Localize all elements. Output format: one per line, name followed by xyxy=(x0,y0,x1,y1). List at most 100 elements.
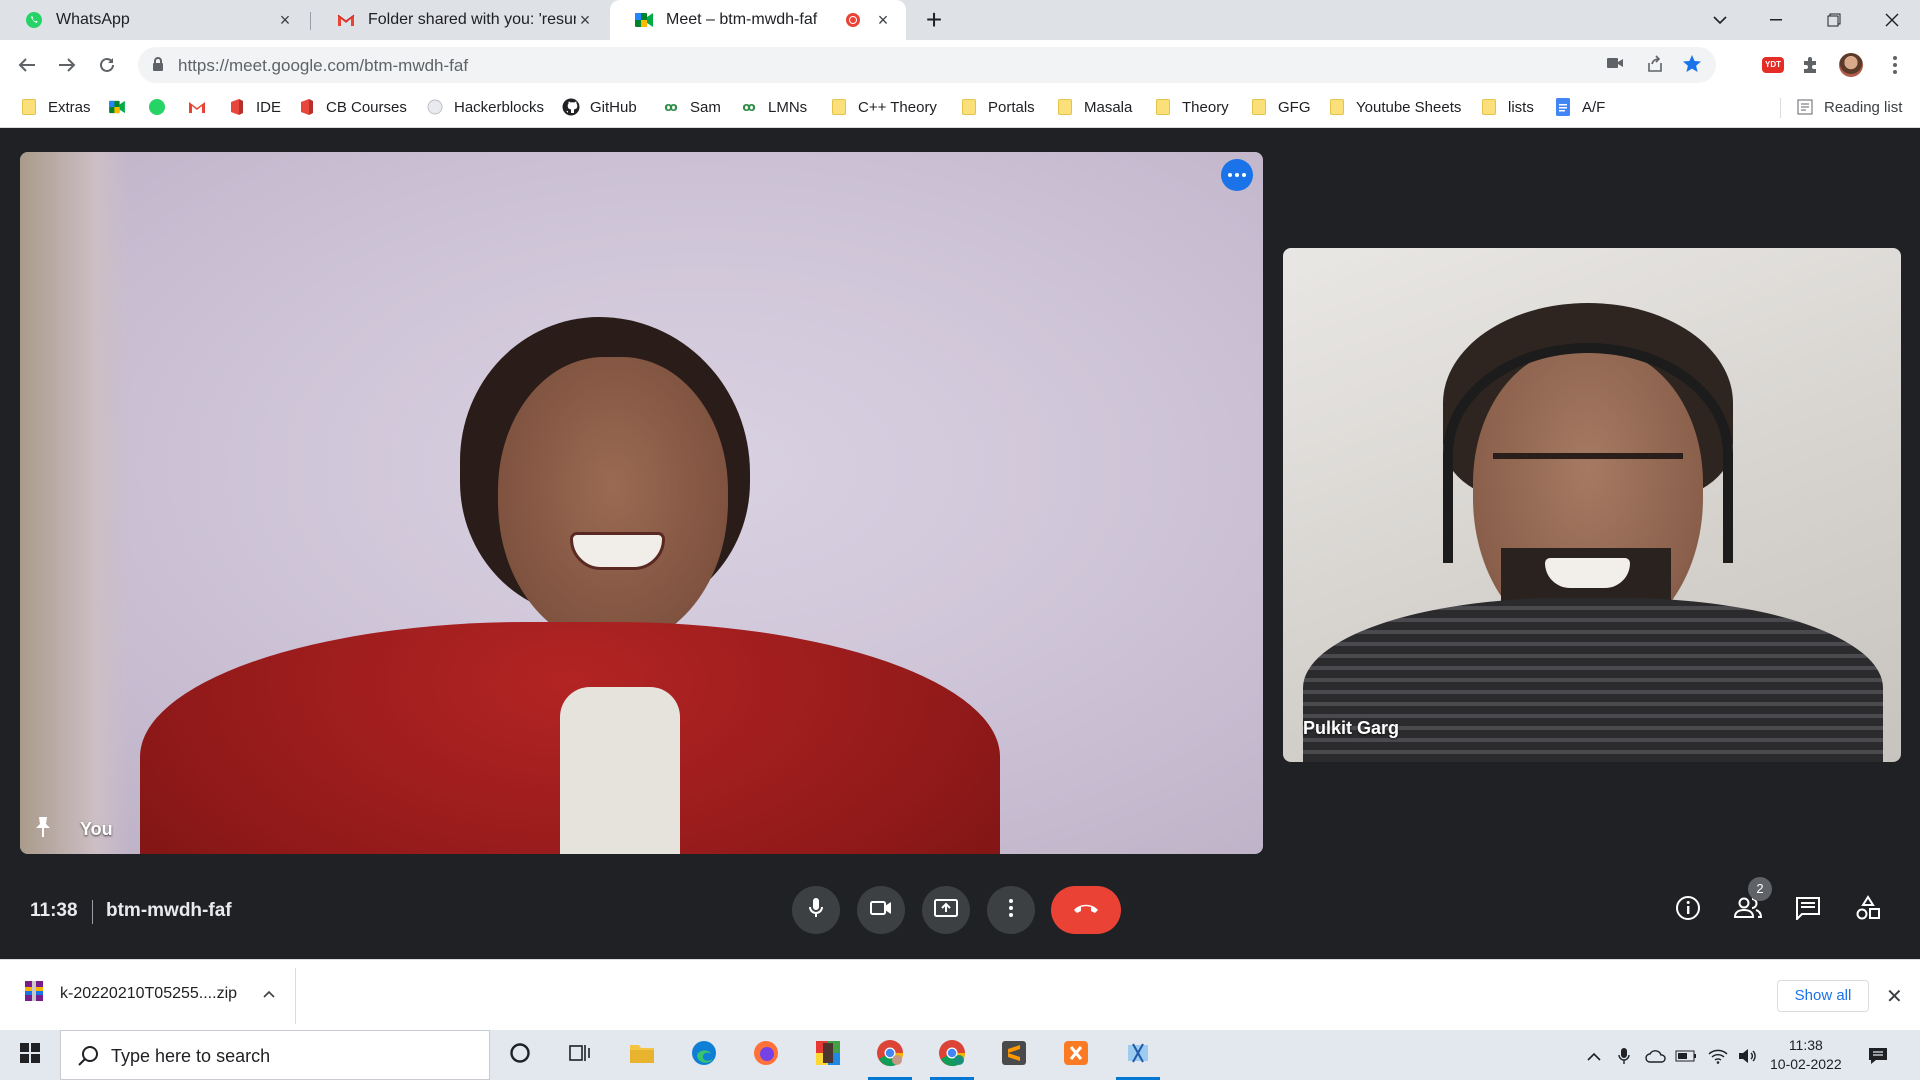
camera-button[interactable] xyxy=(857,886,905,934)
microphone-button[interactable] xyxy=(792,886,840,934)
tab-close-icon[interactable]: × xyxy=(576,11,594,29)
chat-button[interactable] xyxy=(1792,894,1824,926)
forward-button[interactable] xyxy=(50,48,84,82)
minimize-icon[interactable] xyxy=(1748,0,1804,40)
tab-meet[interactable]: Meet – btm-mwdh-faf × xyxy=(610,0,906,40)
gmail-icon xyxy=(188,98,206,116)
activities-button[interactable] xyxy=(1852,894,1884,926)
back-button[interactable] xyxy=(10,48,44,82)
bookmark-portals[interactable]: Portals xyxy=(960,90,1035,124)
download-shelf: k-20220210T05255....zip Show all ✕ xyxy=(0,959,1920,1030)
bookmark-masala[interactable]: Masala xyxy=(1056,90,1132,124)
present-screen-button[interactable] xyxy=(922,886,970,934)
bookmark-meet[interactable] xyxy=(108,90,136,124)
bookmark-gmail[interactable] xyxy=(188,90,216,124)
url-text: https://meet.google.com/btm-mwdh-faf xyxy=(178,56,469,75)
new-tab-button[interactable]: + xyxy=(918,6,950,36)
bookmark-theory[interactable]: Theory xyxy=(1154,90,1229,124)
taskbar-app-tiles[interactable] xyxy=(800,1030,856,1080)
bookmark-af[interactable]: A/F xyxy=(1554,90,1605,124)
profile-avatar[interactable] xyxy=(1838,52,1864,78)
chat-icon xyxy=(1795,896,1821,925)
task-view-button[interactable] xyxy=(552,1030,608,1080)
notifications-icon[interactable] xyxy=(1866,1045,1890,1067)
bookmark-gfg[interactable]: GFG xyxy=(1250,90,1311,124)
chrome-menu-icon[interactable] xyxy=(1882,52,1908,78)
close-download-shelf-icon[interactable]: ✕ xyxy=(1886,984,1903,1009)
taskbar-edge[interactable] xyxy=(676,1030,732,1080)
bookmark-github[interactable]: GitHub xyxy=(562,90,637,124)
bookmark-cpp-theory[interactable]: C++ Theory xyxy=(830,90,937,124)
folder-icon xyxy=(960,98,978,116)
extensions-puzzle-icon[interactable] xyxy=(1798,52,1824,78)
bookmark-cb-courses[interactable]: CB Courses xyxy=(298,90,407,124)
onedrive-cloud-icon[interactable] xyxy=(1644,1045,1668,1067)
colorful-tiles-icon xyxy=(815,1040,841,1071)
bookmark-lists[interactable]: lists xyxy=(1480,90,1534,124)
taskbar-xampp[interactable] xyxy=(1048,1030,1104,1080)
microphone-tray-icon[interactable] xyxy=(1612,1045,1636,1067)
xampp-icon xyxy=(1063,1040,1089,1071)
windows-start-button[interactable] xyxy=(0,1030,60,1080)
bookmark-youtube-sheets[interactable]: Youtube Sheets xyxy=(1328,90,1461,124)
taskbar-chrome-profile-2[interactable] xyxy=(924,1030,980,1080)
gmail-icon xyxy=(336,10,356,30)
tab-gmail[interactable]: Folder shared with you: 'resume × xyxy=(312,0,608,40)
search-icon xyxy=(77,1045,99,1072)
taskbar-file-explorer[interactable] xyxy=(614,1030,670,1080)
taskbar-search-box[interactable]: Type here to search xyxy=(60,1030,490,1080)
reading-list-button[interactable]: Reading list xyxy=(1796,90,1902,124)
address-bar[interactable]: https://meet.google.com/btm-mwdh-faf xyxy=(138,47,1716,83)
info-icon xyxy=(1675,895,1701,926)
chevron-up-icon[interactable] xyxy=(263,985,275,1003)
meeting-details-button[interactable] xyxy=(1672,894,1704,926)
restore-icon[interactable] xyxy=(1806,0,1862,40)
system-clock[interactable]: 11:38 10-02-2022 xyxy=(1770,1036,1842,1074)
github-icon xyxy=(562,98,580,116)
cortana-button[interactable] xyxy=(492,1030,548,1080)
more-options-button[interactable] xyxy=(987,886,1035,934)
tab-whatsapp[interactable]: WhatsApp × xyxy=(0,0,308,40)
tab-search-chevron-icon[interactable] xyxy=(1692,0,1748,40)
bookmark-hackerblocks[interactable]: Hackerblocks xyxy=(426,90,544,124)
pin-icon[interactable] xyxy=(34,816,52,843)
battery-icon[interactable] xyxy=(1674,1045,1698,1067)
present-screen-icon xyxy=(934,898,958,922)
taskbar-chrome-profile-1[interactable] xyxy=(862,1030,918,1080)
extension-ydt-icon[interactable]: YDT xyxy=(1760,52,1786,78)
volume-icon[interactable] xyxy=(1736,1045,1760,1067)
bookmark-extras[interactable]: Extras xyxy=(20,90,91,124)
reload-button[interactable] xyxy=(90,48,124,82)
download-item[interactable]: k-20220210T05255....zip xyxy=(24,980,275,1007)
wifi-icon[interactable] xyxy=(1706,1045,1730,1067)
tab-title: WhatsApp xyxy=(56,11,130,28)
taskbar-snipping-tool[interactable] xyxy=(1110,1030,1166,1080)
tab-close-icon[interactable]: × xyxy=(276,11,294,29)
self-video-tile[interactable]: You xyxy=(20,152,1263,854)
bookmark-star-icon[interactable] xyxy=(1682,54,1702,79)
end-call-button[interactable] xyxy=(1051,886,1121,934)
gfg-icon: ꝏ xyxy=(742,100,756,114)
chrome-icon xyxy=(938,1039,966,1072)
download-file-name: k-20220210T05255....zip xyxy=(60,984,238,1002)
show-all-downloads-button[interactable]: Show all xyxy=(1777,980,1869,1012)
bookmark-whatsapp[interactable] xyxy=(148,90,176,124)
share-icon[interactable] xyxy=(1646,55,1664,78)
bookmark-ide[interactable]: IDE xyxy=(228,90,281,124)
tab-close-icon[interactable]: × xyxy=(874,11,892,29)
close-window-icon[interactable] xyxy=(1864,0,1920,40)
tab-strip: WhatsApp × Folder shared with you: 'resu… xyxy=(0,0,1920,40)
lock-icon[interactable] xyxy=(152,56,164,77)
snipping-tool-icon xyxy=(1125,1040,1151,1071)
bookmark-sam[interactable]: ꝏ Sam xyxy=(662,90,720,124)
glasses xyxy=(1493,453,1683,503)
taskbar-firefox[interactable] xyxy=(738,1030,794,1080)
tile-more-options-button[interactable] xyxy=(1221,159,1253,191)
taskbar-sublime-text[interactable] xyxy=(986,1030,1042,1080)
participant-video-tile[interactable]: Pulkit Garg xyxy=(1283,248,1901,762)
bookmark-lmns[interactable]: ꝏ LMNs xyxy=(740,90,807,124)
camera-in-use-icon[interactable] xyxy=(1606,56,1624,75)
hang-up-icon xyxy=(1072,901,1100,919)
show-hidden-icons-chevron-icon[interactable] xyxy=(1582,1045,1606,1067)
folder-icon xyxy=(1328,98,1346,116)
